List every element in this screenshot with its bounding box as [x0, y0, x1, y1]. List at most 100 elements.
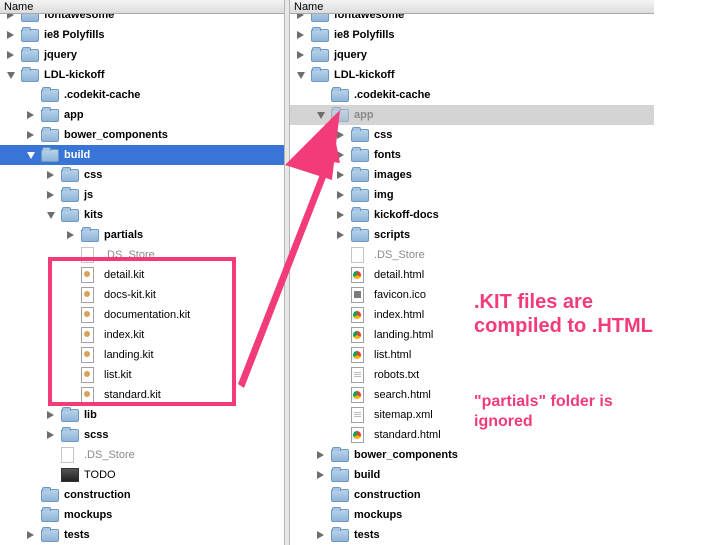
disclosure-closed-icon[interactable] [7, 51, 14, 59]
file-row[interactable]: .codekit-cache [290, 85, 654, 105]
folder-icon [61, 407, 79, 422]
file-row[interactable]: LDL-kickoff [290, 65, 654, 85]
file-row[interactable]: list.kit [0, 365, 284, 385]
disclosure-closed-icon[interactable] [27, 111, 34, 119]
folder-icon [351, 187, 369, 202]
disclosure-closed-icon[interactable] [47, 431, 54, 439]
file-label: build [354, 469, 381, 481]
file-row[interactable]: scss [0, 425, 284, 445]
disclosure-closed-icon[interactable] [67, 231, 74, 239]
disclosure-closed-icon[interactable] [317, 451, 324, 459]
file-row[interactable]: css [0, 165, 284, 185]
kit-file-icon [81, 287, 94, 303]
file-row[interactable]: build [290, 465, 654, 485]
disclosure-open-icon[interactable] [7, 72, 15, 79]
disclosure-open-icon[interactable] [317, 112, 325, 119]
file-row[interactable]: LDL-kickoff [0, 65, 284, 85]
name-column-header[interactable]: Name [0, 0, 284, 14]
file-row[interactable]: tests [290, 525, 654, 545]
file-row[interactable]: .DS_Store [290, 245, 654, 265]
folder-icon [21, 47, 39, 62]
file-row[interactable]: construction [290, 485, 654, 505]
disclosure-closed-icon[interactable] [47, 411, 54, 419]
disclosure-open-icon[interactable] [297, 72, 305, 79]
file-label: .codekit-cache [64, 89, 141, 101]
file-row[interactable]: bower_components [290, 445, 654, 465]
folder-icon [331, 87, 349, 102]
folder-icon [21, 67, 39, 82]
file-row[interactable]: list.html [290, 345, 654, 365]
file-row[interactable]: robots.txt [290, 365, 654, 385]
file-row[interactable]: jquery [290, 45, 654, 65]
file-row[interactable]: kits [0, 205, 284, 225]
disclosure-closed-icon[interactable] [337, 231, 344, 239]
file-row[interactable]: mockups [0, 505, 284, 525]
file-label: app [354, 109, 374, 121]
file-label: fonts [374, 149, 401, 161]
disclosure-closed-icon[interactable] [317, 531, 324, 539]
file-row[interactable]: jquery [0, 45, 284, 65]
disclosure-closed-icon[interactable] [297, 51, 304, 59]
file-row[interactable]: app [290, 105, 654, 125]
disclosure-closed-icon[interactable] [337, 171, 344, 179]
disclosure-closed-icon[interactable] [27, 531, 34, 539]
disclosure-closed-icon[interactable] [47, 191, 54, 199]
file-row[interactable]: js [0, 185, 284, 205]
file-row[interactable]: scripts [290, 225, 654, 245]
folder-icon [311, 67, 329, 82]
file-row[interactable]: detail.html [290, 265, 654, 285]
file-row[interactable]: standard.kit [0, 385, 284, 405]
file-label: construction [64, 489, 131, 501]
file-row[interactable]: documentation.kit [0, 305, 284, 325]
file-row[interactable]: lib [0, 405, 284, 425]
file-label: TODO [84, 469, 116, 481]
disclosure-closed-icon[interactable] [337, 131, 344, 139]
file-row[interactable]: partials [0, 225, 284, 245]
file-label: js [84, 189, 94, 201]
name-column-header[interactable]: Name [290, 0, 654, 14]
file-row[interactable]: fonts [290, 145, 654, 165]
disclosure-closed-icon[interactable] [337, 151, 344, 159]
file-label: detail.kit [104, 269, 145, 281]
file-label: tests [64, 529, 90, 541]
file-row[interactable]: landing.kit [0, 345, 284, 365]
disclosure-closed-icon[interactable] [297, 31, 304, 39]
file-row[interactable]: docs-kit.kit [0, 285, 284, 305]
file-row[interactable]: build [0, 145, 284, 165]
file-row[interactable]: images [290, 165, 654, 185]
file-row[interactable]: ie8 Polyfills [290, 25, 654, 45]
folder-icon [311, 27, 329, 42]
file-row[interactable]: .DS_Store [0, 245, 284, 265]
disclosure-closed-icon[interactable] [337, 191, 344, 199]
file-row[interactable]: .codekit-cache [0, 85, 284, 105]
folder-icon [331, 447, 349, 462]
disclosure-closed-icon[interactable] [47, 171, 54, 179]
file-row[interactable]: mockups [290, 505, 654, 525]
file-row[interactable]: construction [0, 485, 284, 505]
file-row[interactable]: detail.kit [0, 265, 284, 285]
disclosure-closed-icon[interactable] [317, 471, 324, 479]
file-row[interactable]: ie8 Polyfills [0, 25, 284, 45]
file-label: sitemap.xml [374, 409, 433, 421]
file-row[interactable]: TODO [0, 465, 284, 485]
disclosure-closed-icon[interactable] [27, 131, 34, 139]
file-row[interactable]: app [0, 105, 284, 125]
file-row[interactable]: img [290, 185, 654, 205]
html-file-icon [351, 327, 364, 343]
file-row[interactable]: .DS_Store [0, 445, 284, 465]
file-row[interactable]: kickoff-docs [290, 205, 654, 225]
file-label: docs-kit.kit [104, 289, 156, 301]
disclosure-closed-icon[interactable] [337, 211, 344, 219]
file-label: mockups [354, 509, 403, 521]
disclosure-closed-icon[interactable] [7, 31, 14, 39]
file-label: mockups [64, 509, 113, 521]
file-label: jquery [44, 49, 78, 61]
file-row[interactable]: css [290, 125, 654, 145]
file-row[interactable]: tests [0, 525, 284, 545]
disclosure-open-icon[interactable] [27, 152, 35, 159]
file-row[interactable]: index.kit [0, 325, 284, 345]
folder-icon [351, 227, 369, 242]
html-file-icon [351, 267, 364, 283]
file-row[interactable]: bower_components [0, 125, 284, 145]
disclosure-open-icon[interactable] [47, 212, 55, 219]
